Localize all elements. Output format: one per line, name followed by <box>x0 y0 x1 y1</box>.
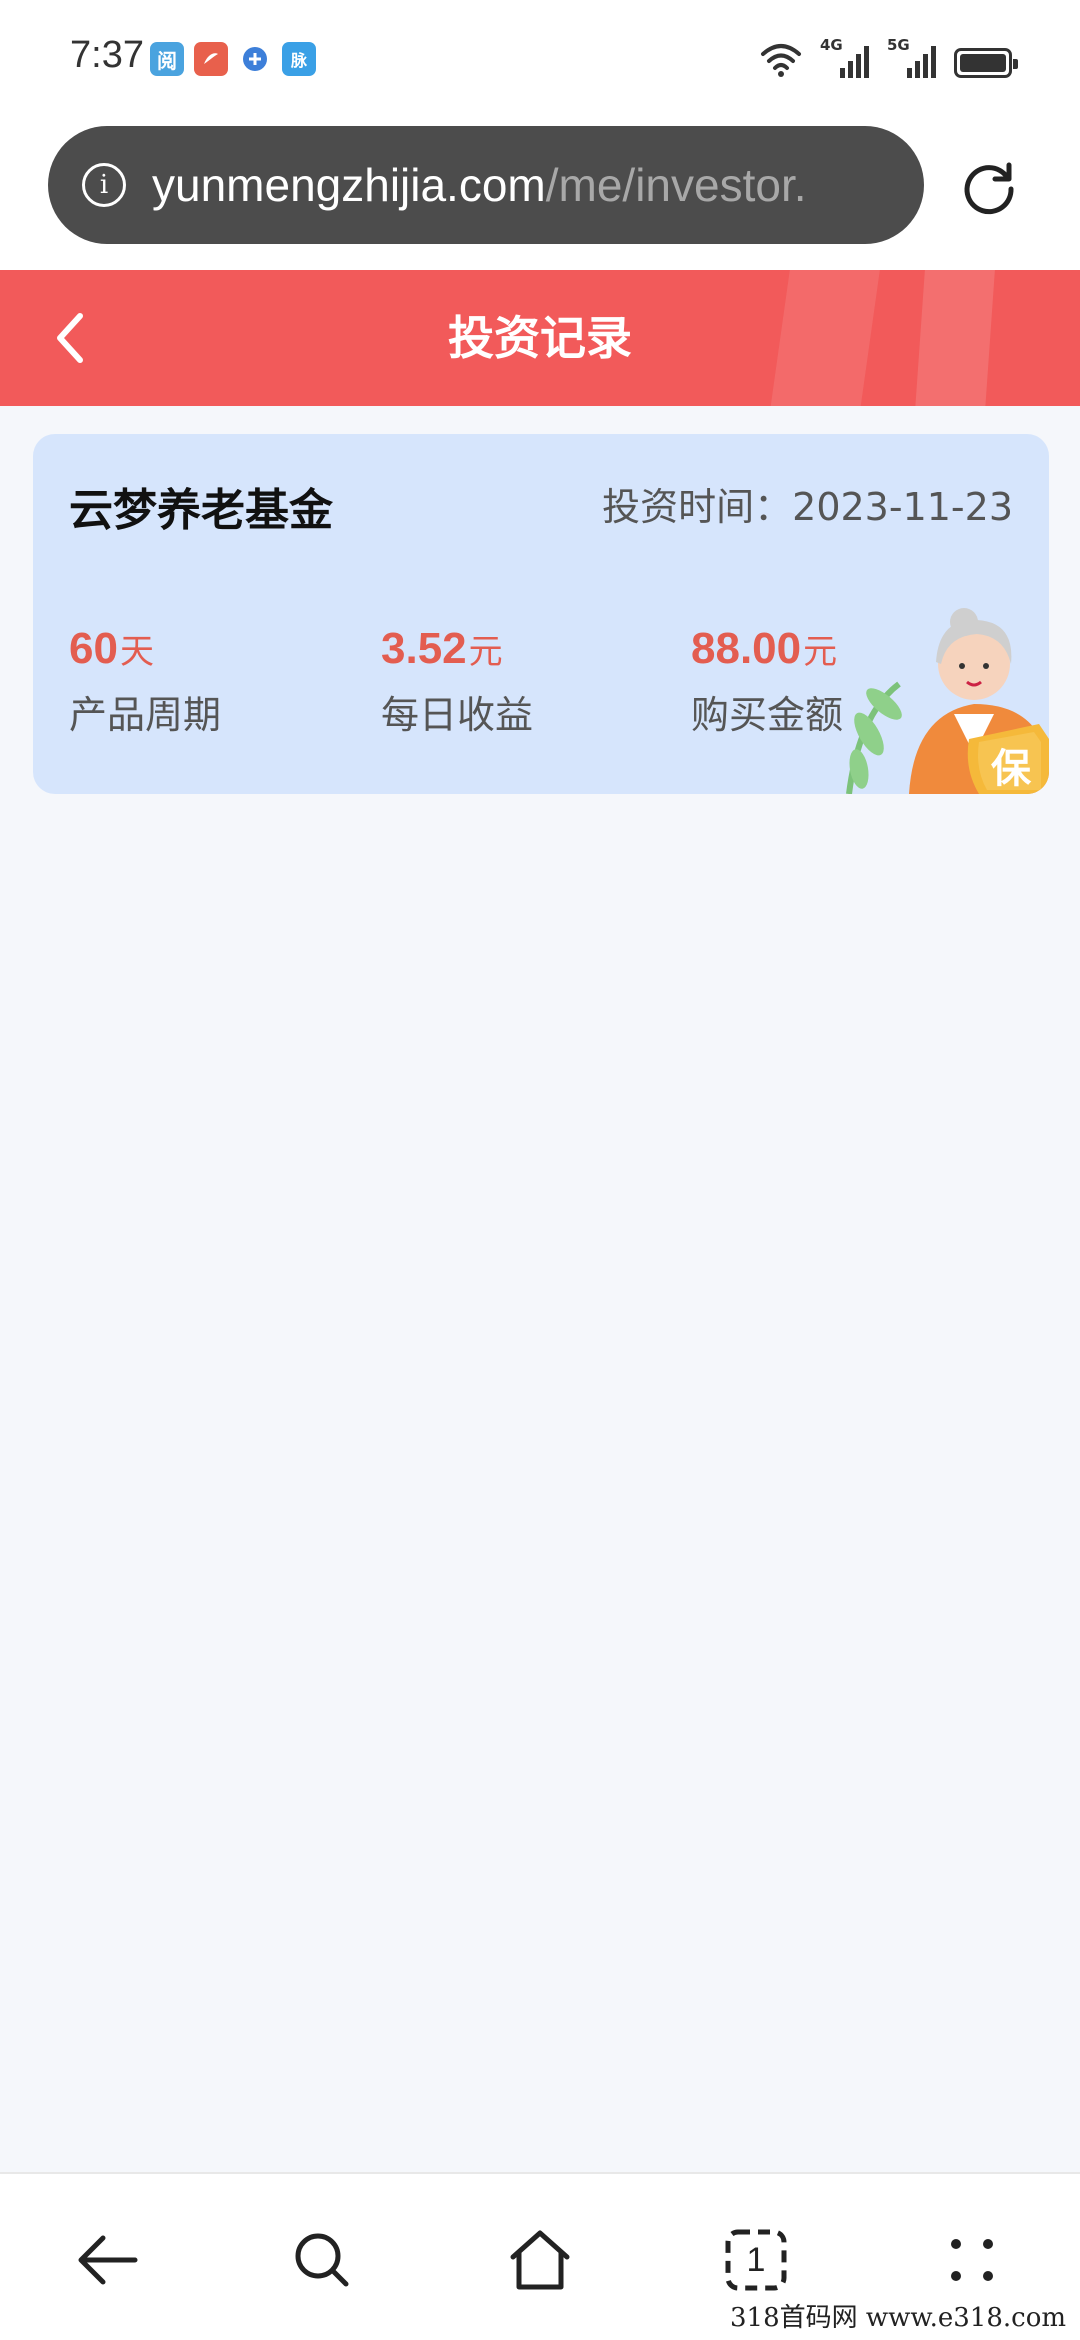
status-indicators: 4G 5G <box>760 36 1018 78</box>
stat-unit: 元 <box>803 632 838 672</box>
blue-app-icon <box>238 42 272 76</box>
network-label-5g: 5G <box>887 36 910 54</box>
red-app-icon <box>194 42 228 76</box>
page-header: 投资记录 <box>0 270 1080 406</box>
stat-value: 88.00 <box>691 624 802 673</box>
address-bar[interactable]: i yunmengzhijia.com/me/investor. <box>48 126 924 244</box>
fund-name: 云梦养老基金 <box>69 485 333 536</box>
stat-purchase-amount: 88.00元 购买金额 <box>691 624 843 739</box>
status-time: 7:37 <box>70 34 144 76</box>
wifi-icon <box>761 44 801 77</box>
nav-back-button[interactable] <box>68 2220 148 2300</box>
invest-time: 投资时间：2023-11-23 <box>602 485 1013 529</box>
back-button[interactable] <box>40 308 100 368</box>
arrow-left-icon <box>78 2235 138 2285</box>
stat-unit: 天 <box>119 632 154 672</box>
stat-label: 产品周期 <box>69 693 222 737</box>
url-host: yunmengzhijia.com <box>152 159 546 211</box>
home-icon <box>510 2230 570 2290</box>
chevron-left-icon <box>57 313 83 363</box>
badge-char: 保 <box>991 746 1032 792</box>
url-text[interactable]: yunmengzhijia.com/me/investor. <box>152 158 807 212</box>
network-label-4g: 4G <box>820 36 843 54</box>
investment-record-card[interactable]: 云梦养老基金 投资时间：2023-11-23 保 60天 产品周期 3.52元 … <box>33 434 1049 794</box>
nav-tabs-button[interactable]: 1 <box>716 2220 796 2300</box>
stat-period: 60天 产品周期 <box>69 624 221 739</box>
nav-menu-button[interactable] <box>932 2220 1012 2300</box>
browser-toolbar: i yunmengzhijia.com/me/investor. <box>0 118 1080 270</box>
watermark: 318首码网 www.e318.com <box>724 2295 1072 2336</box>
refresh-button[interactable] <box>952 150 1026 224</box>
stat-unit: 元 <box>468 632 503 672</box>
chat-app-icon: 脉 <box>282 42 316 76</box>
status-bar: 7:37 阅 脉 4G 5G <box>0 0 1080 118</box>
search-icon <box>295 2233 349 2287</box>
stat-value: 3.52 <box>381 624 467 673</box>
battery-icon <box>954 48 1018 78</box>
grandma-illustration: 保 <box>846 608 1049 794</box>
url-path: /me/investor. <box>545 159 807 211</box>
info-icon[interactable]: i <box>82 163 126 207</box>
stat-value: 60 <box>69 624 118 673</box>
menu-dots-icon <box>951 2239 993 2281</box>
signal-5g-icon: 5G <box>887 36 936 78</box>
page-title: 投资记录 <box>448 311 632 365</box>
reader-app-icon: 阅 <box>150 42 184 76</box>
stat-label: 每日收益 <box>381 693 534 737</box>
tab-count: 1 <box>746 2240 766 2279</box>
stat-label: 购买金额 <box>691 693 844 737</box>
notification-icons: 阅 脉 <box>150 42 316 76</box>
nav-home-button[interactable] <box>500 2220 580 2300</box>
signal-4g-icon: 4G <box>820 36 869 78</box>
stat-daily-income: 3.52元 每日收益 <box>381 624 533 739</box>
nav-search-button[interactable] <box>282 2220 362 2300</box>
refresh-icon <box>964 162 1014 215</box>
